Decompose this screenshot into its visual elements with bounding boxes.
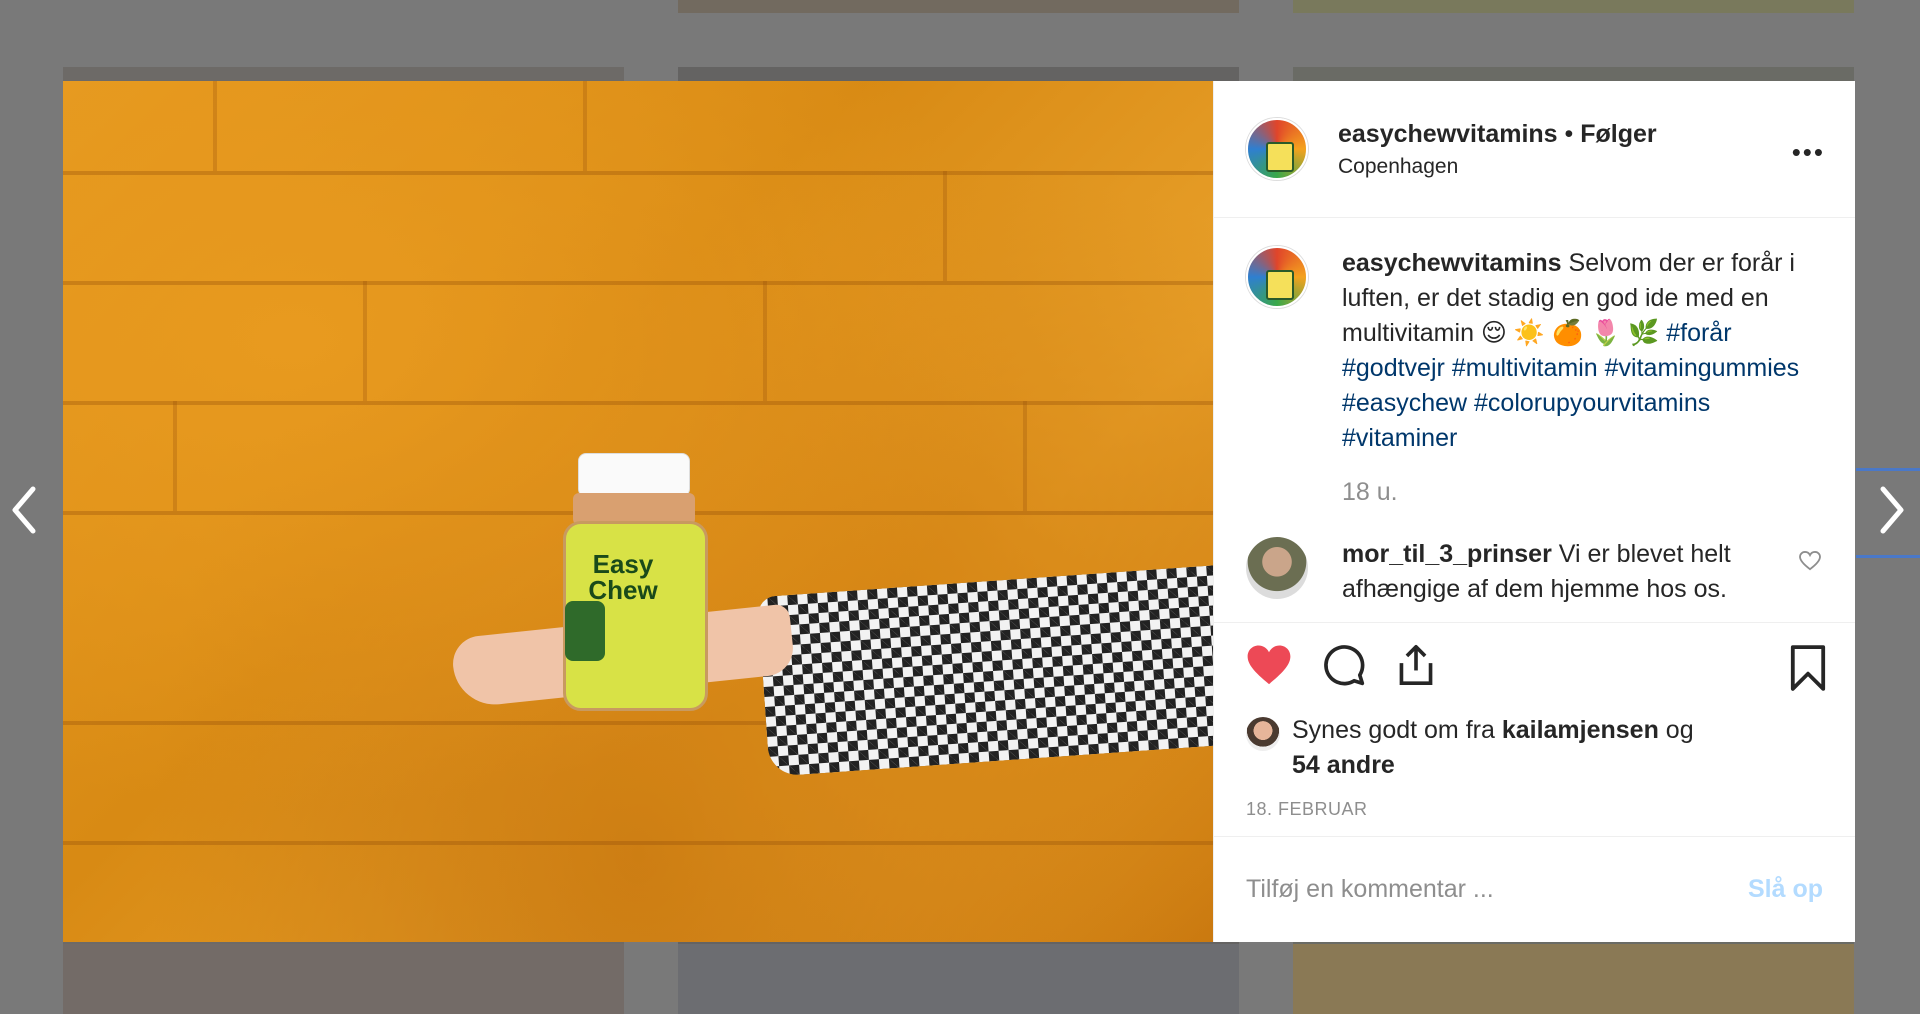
heart-icon [1799, 550, 1821, 571]
hashtag-link[interactable]: #vitamingummies [1605, 354, 1800, 382]
bottle-cap [578, 453, 690, 497]
commenter-username[interactable]: mor_til_3_prinser [1342, 540, 1552, 568]
previous-post-button[interactable] [4, 480, 44, 540]
next-post-button[interactable] [1872, 480, 1912, 540]
brick-line [363, 281, 367, 401]
hashtag-link[interactable]: #forår [1666, 319, 1731, 347]
liker-avatar[interactable] [1246, 717, 1280, 751]
comment-item: mor_til_3_prinser Vi er blevet helt afhæ… [1246, 537, 1833, 607]
header-separator: • [1557, 119, 1581, 148]
brick-line [63, 281, 1213, 285]
comment-composer: Slå op [1214, 836, 1855, 942]
follow-button[interactable]: Følger [1580, 120, 1656, 148]
chevron-right-icon [1880, 486, 1904, 534]
author-avatar[interactable] [1246, 118, 1308, 180]
post-sidebar: easychewvitamins • Følger Copenhagen •••… [1213, 81, 1855, 942]
share-button[interactable] [1396, 643, 1436, 687]
post-modal: Easy Chew easychewvitamins • Følger Cope… [63, 81, 1855, 942]
comment-icon [1324, 645, 1365, 686]
post-actions: Synes godt om fra kailamjensen og 54 and… [1214, 622, 1855, 836]
caption-timestamp[interactable]: 18 u. [1342, 478, 1833, 507]
post-comment-button[interactable]: Slå op [1748, 875, 1823, 904]
caption: easychewvitamins Selvom der er forår i l… [1246, 246, 1833, 456]
likes-others-link[interactable]: 54 andre [1292, 751, 1395, 779]
brick-line [943, 171, 947, 281]
like-comment-button[interactable] [1799, 550, 1821, 576]
brick-line [63, 171, 1213, 175]
likes-connector: og [1658, 716, 1694, 744]
share-icon [1399, 644, 1433, 685]
brick-line [213, 81, 217, 171]
houndstooth-sleeve [757, 565, 1213, 777]
hashtag-link[interactable]: #multivitamin [1452, 354, 1598, 382]
caption-username[interactable]: easychewvitamins [1342, 249, 1562, 277]
more-options-button[interactable]: ••• [1792, 137, 1825, 168]
hashtag-link[interactable]: #colorupyourvitamins [1474, 389, 1710, 417]
caption-author-avatar[interactable] [1246, 246, 1308, 308]
like-button[interactable] [1246, 644, 1292, 686]
likes-prefix: Synes godt om fra [1292, 716, 1502, 744]
liker-username[interactable]: kailamjensen [1502, 716, 1659, 744]
post-date[interactable]: 18. FEBRUAR [1246, 799, 1833, 820]
post-location[interactable]: Copenhagen [1338, 155, 1657, 179]
author-username[interactable]: easychewvitamins [1338, 120, 1558, 148]
comment-input[interactable] [1246, 875, 1726, 904]
heart-icon [1247, 645, 1291, 685]
post-header: easychewvitamins • Følger Copenhagen ••• [1214, 81, 1855, 218]
brick-line [63, 401, 1213, 405]
commenter-avatar[interactable] [1246, 537, 1308, 599]
bookmark-icon [1790, 645, 1826, 691]
hashtag-link[interactable]: #easychew [1342, 389, 1467, 417]
brick-line [173, 401, 177, 511]
post-image[interactable]: Easy Chew [63, 81, 1213, 942]
comments-section: easychewvitamins Selvom der er forår i l… [1214, 218, 1855, 622]
brick-line [583, 81, 587, 171]
hashtag-link[interactable]: #vitaminer [1342, 424, 1457, 452]
more-icon: ••• [1791, 137, 1825, 167]
chevron-left-icon [12, 486, 36, 534]
brick-line [763, 281, 767, 401]
brick-line [63, 841, 1213, 845]
hashtag-link[interactable]: #godtvejr [1342, 354, 1445, 382]
comment-button[interactable] [1322, 643, 1366, 687]
bottle-brand: Easy Chew [588, 549, 658, 605]
save-button[interactable] [1789, 645, 1827, 696]
likes-summary: Synes godt om fra kailamjensen og 54 and… [1246, 713, 1833, 783]
brick-line [1023, 401, 1027, 511]
